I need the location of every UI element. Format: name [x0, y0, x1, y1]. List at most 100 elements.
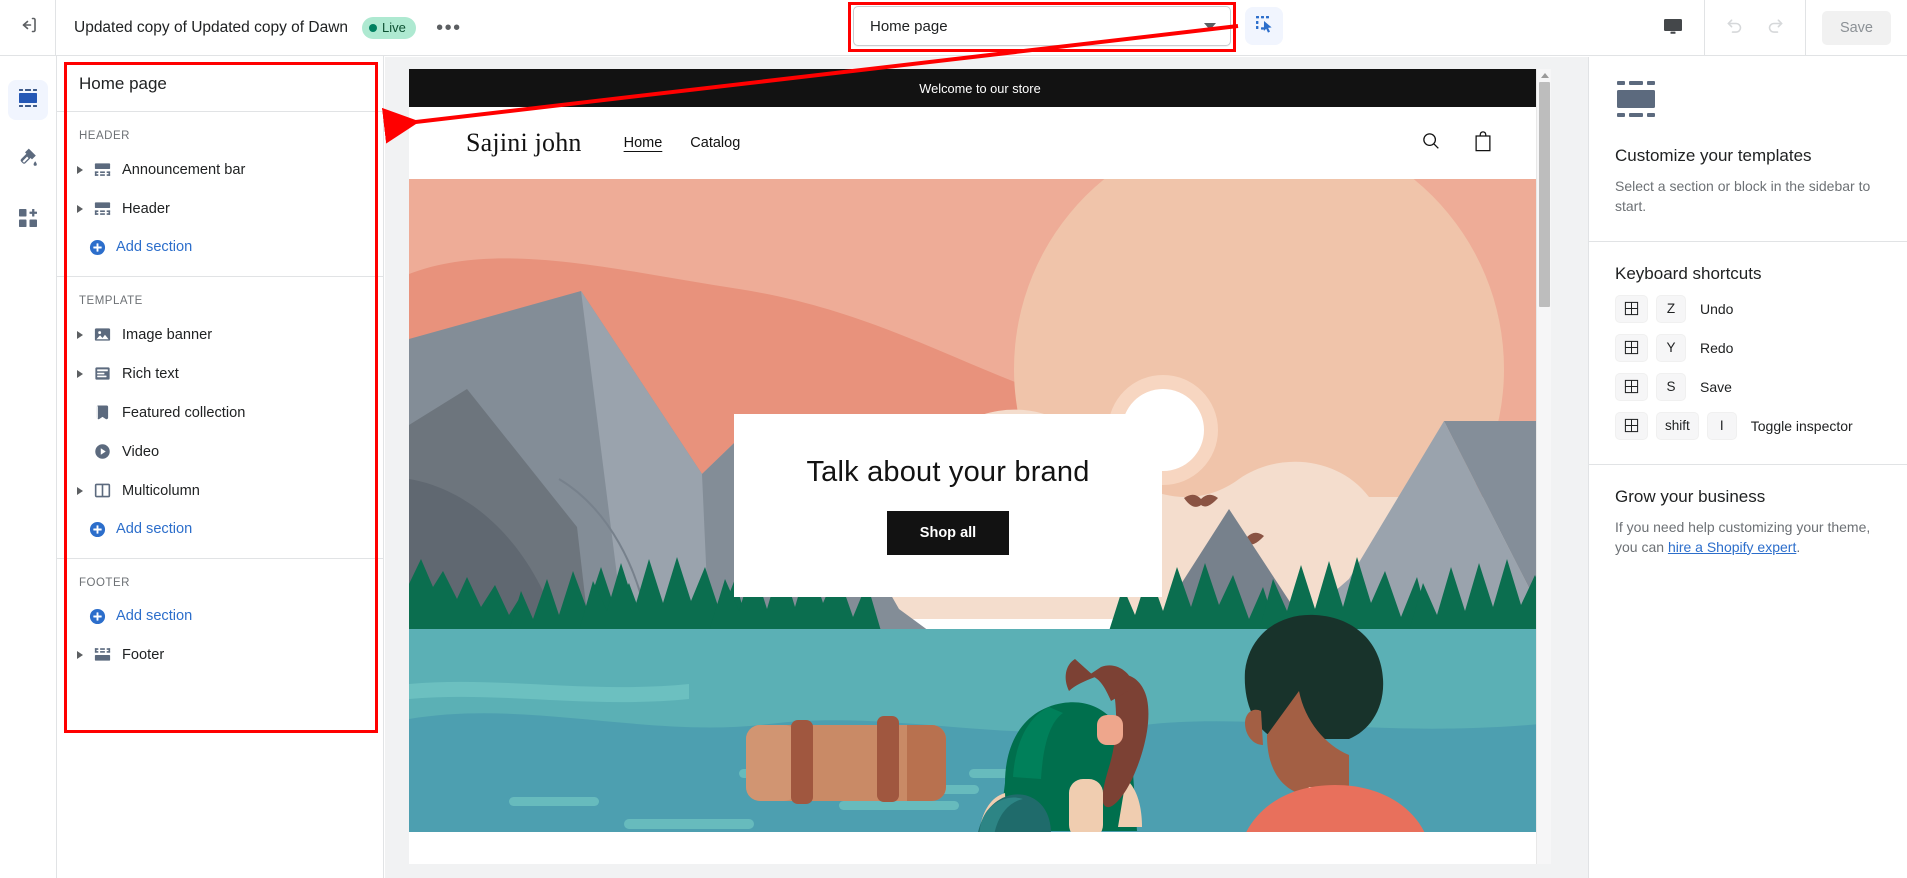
add-section-button-template[interactable]: Add section: [57, 510, 383, 548]
sidebar-group-footer: FOOTER Add section Footer: [57, 559, 383, 684]
shortcut-row-undo: Z Undo: [1615, 295, 1881, 323]
hero-shop-all-button[interactable]: Shop all: [887, 511, 1009, 555]
exit-icon: [18, 15, 38, 40]
preview-announcement-bar[interactable]: Welcome to our store: [409, 69, 1551, 107]
ctrl-key-icon: [1615, 412, 1648, 440]
rail-item-theme-settings[interactable]: [8, 140, 48, 180]
disclosure-triangle-icon[interactable]: [71, 331, 89, 339]
disclosure-triangle-icon[interactable]: [71, 370, 89, 378]
rail-item-sections[interactable]: [8, 80, 48, 120]
grow-text: If you need help customizing your theme,…: [1615, 517, 1881, 558]
shortcut-label: Undo: [1700, 301, 1733, 317]
hire-shopify-expert-link[interactable]: hire a Shopify expert: [1668, 539, 1796, 555]
grow-text-after: .: [1796, 539, 1800, 555]
desktop-icon: [1662, 15, 1684, 42]
rich-text-icon: [89, 364, 115, 383]
preview-area: Welcome to our store Sajini john Home Ca…: [385, 57, 1588, 878]
ellipsis-icon: •••: [436, 24, 462, 32]
undo-redo-group: [1705, 0, 1806, 56]
preview-scrollbar[interactable]: [1536, 69, 1551, 864]
save-button[interactable]: Save: [1822, 11, 1891, 45]
add-section-label: Add section: [116, 239, 192, 255]
key-cap: shift: [1656, 412, 1699, 440]
sections-icon: [16, 86, 40, 115]
device-preview-button[interactable]: [1643, 0, 1705, 56]
plus-circle-icon: [89, 521, 106, 538]
sidebar-item-label: Image banner: [122, 327, 212, 343]
keyboard-shortcuts-block: Keyboard shortcuts Z Undo Y Redo S Save: [1589, 242, 1907, 465]
shortcut-row-save: S Save: [1615, 373, 1881, 401]
shortcut-label: Toggle inspector: [1751, 418, 1853, 434]
shortcut-label: Save: [1700, 379, 1732, 395]
key-cap: Y: [1656, 334, 1686, 362]
sidebar-item-rich-text[interactable]: Rich text: [57, 354, 383, 393]
template-selector-area: Home page: [853, 6, 1283, 46]
redo-button[interactable]: [1755, 8, 1797, 48]
multicolumn-icon: [89, 481, 115, 500]
hero-heading: Talk about your brand: [806, 456, 1089, 489]
add-section-button-header[interactable]: Add section: [57, 228, 383, 266]
announcement-text: Welcome to our store: [919, 81, 1040, 96]
disclosure-triangle-icon[interactable]: [71, 205, 89, 213]
add-section-button-footer[interactable]: Add section: [57, 597, 383, 635]
featured-collection-icon: [89, 403, 115, 422]
image-banner-icon: [89, 325, 115, 344]
sidebar-item-label: Header: [122, 201, 170, 217]
ctrl-key-icon: [1615, 373, 1648, 401]
disclosure-triangle-icon[interactable]: [71, 651, 89, 659]
sidebar-item-header[interactable]: Header: [57, 189, 383, 228]
template-section-icon: [1615, 79, 1881, 130]
sidebar-item-label: Footer: [122, 647, 164, 663]
sidebar-item-label: Featured collection: [122, 405, 245, 421]
shortcut-row-redo: Y Redo: [1615, 334, 1881, 362]
cart-icon[interactable]: [1472, 129, 1494, 158]
nav-link-home[interactable]: Home: [624, 135, 663, 151]
sidebar-group-label: TEMPLATE: [57, 289, 383, 315]
footer-icon: [89, 645, 115, 664]
scrollbar-thumb[interactable]: [1539, 82, 1550, 307]
disclosure-triangle-icon[interactable]: [71, 487, 89, 495]
chevron-down-icon: [1204, 23, 1216, 30]
disclosure-triangle-icon[interactable]: [71, 166, 89, 174]
plus-circle-icon: [89, 608, 106, 625]
hero-image-banner[interactable]: Talk about your brand Shop all: [409, 179, 1551, 832]
key-cap: S: [1656, 373, 1686, 401]
shortcut-label: Redo: [1700, 340, 1733, 356]
sidebar-title: Home page: [57, 56, 383, 112]
live-badge: Live: [362, 17, 416, 39]
storefront-preview[interactable]: Welcome to our store Sajini john Home Ca…: [409, 69, 1551, 864]
scroll-up-arrow-icon[interactable]: [1541, 73, 1549, 78]
sidebar-item-video[interactable]: Video: [57, 432, 383, 471]
sidebar-item-image-banner[interactable]: Image banner: [57, 315, 383, 354]
undo-button[interactable]: [1713, 8, 1755, 48]
live-badge-label: Live: [382, 20, 406, 35]
top-bar: Updated copy of Updated copy of Dawn Liv…: [0, 0, 1907, 56]
customize-templates-block: Customize your templates Select a sectio…: [1589, 57, 1907, 242]
left-icon-rail: [0, 56, 57, 878]
store-nav: Home Catalog: [624, 135, 741, 151]
hero-content-card: Talk about your brand Shop all: [734, 414, 1162, 597]
inspector-toggle-button[interactable]: [1245, 7, 1283, 45]
sidebar-item-footer[interactable]: Footer: [57, 635, 383, 674]
redo-icon: [1765, 15, 1787, 42]
sidebar-item-label: Multicolumn: [122, 483, 200, 499]
shortcuts-title: Keyboard shortcuts: [1615, 264, 1881, 284]
theme-more-actions-button[interactable]: •••: [432, 13, 466, 43]
sidebar-group-header: HEADER Announcement bar Heade: [57, 112, 383, 277]
exit-editor-button[interactable]: [0, 0, 56, 56]
key-cap: Z: [1656, 295, 1686, 323]
ctrl-key-icon: [1615, 295, 1648, 323]
rail-item-app-blocks[interactable]: [8, 200, 48, 240]
store-header-icons: [1420, 129, 1494, 158]
store-logo[interactable]: Sajini john: [466, 128, 582, 158]
top-bar-right-actions: Save: [1643, 0, 1907, 56]
search-icon[interactable]: [1420, 130, 1442, 157]
sidebar-item-multicolumn[interactable]: Multicolumn: [57, 471, 383, 510]
live-dot-icon: [369, 24, 377, 32]
template-select[interactable]: Home page: [853, 6, 1231, 46]
theme-name: Updated copy of Updated copy of Dawn: [74, 19, 348, 37]
sidebar-item-announcement-bar[interactable]: Announcement bar: [57, 150, 383, 189]
customize-text: Select a section or block in the sidebar…: [1615, 176, 1881, 217]
sidebar-item-featured-collection[interactable]: Featured collection: [57, 393, 383, 432]
nav-link-catalog[interactable]: Catalog: [690, 135, 740, 151]
